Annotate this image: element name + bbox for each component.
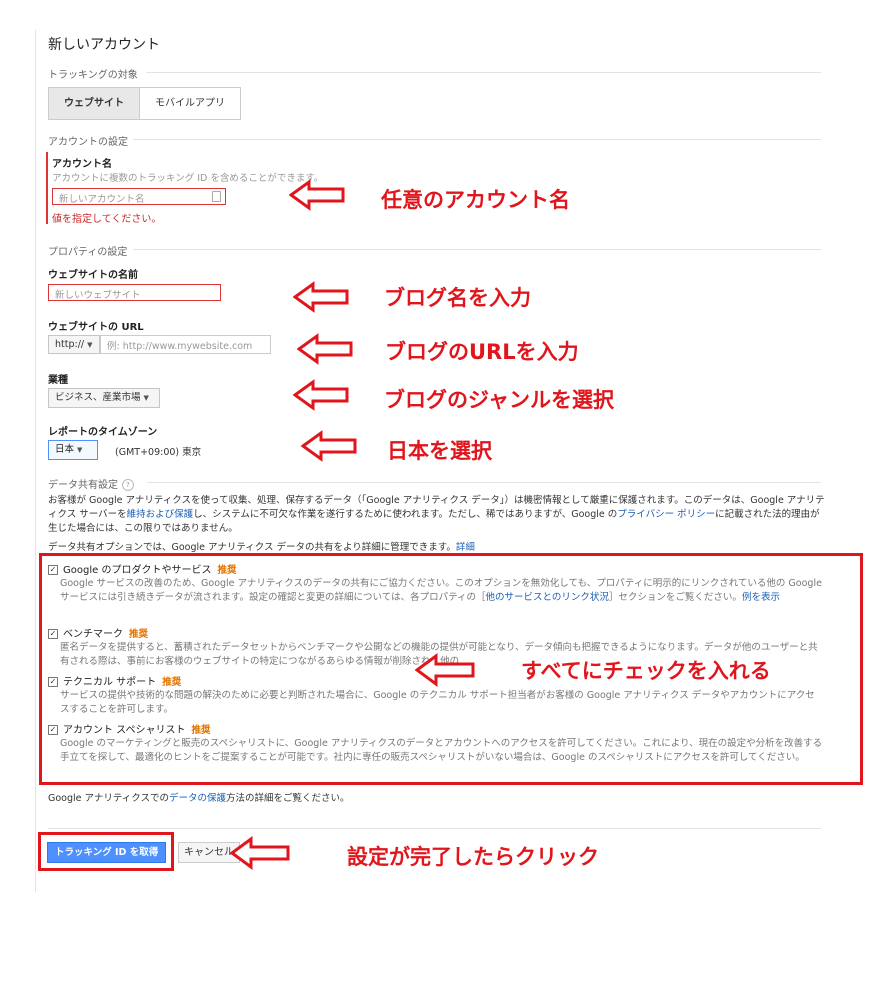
left-border xyxy=(35,30,36,892)
maintain-protect-link[interactable]: 維持および保護 xyxy=(127,509,194,520)
protocol-value: http:// xyxy=(55,339,85,350)
get-tracking-id-button[interactable]: トラッキング ID を取得 xyxy=(47,842,167,863)
divider xyxy=(48,828,821,829)
left-arrow-icon xyxy=(289,179,345,211)
account-name-input[interactable]: 新しいアカウント名 xyxy=(52,188,226,205)
tab-mobile-app[interactable]: モバイルアプリ xyxy=(140,88,240,119)
divider xyxy=(133,249,821,250)
checkbox-account-specialist[interactable]: ✓ xyxy=(48,725,58,735)
option-title: アカウント スペシャリスト xyxy=(63,725,186,736)
chevron-down-icon: ▼ xyxy=(87,341,93,349)
site-name-placeholder: 新しいウェブサイト xyxy=(55,290,141,301)
site-name-input[interactable]: 新しいウェブサイト xyxy=(48,284,221,301)
annotation-japan: 日本を選択 xyxy=(387,439,492,463)
tab-website[interactable]: ウェブサイト xyxy=(49,88,140,119)
annotation-blog-url: ブログのURLを入力 xyxy=(385,340,579,364)
left-arrow-icon xyxy=(293,281,349,313)
account-name-placeholder: 新しいアカウント名 xyxy=(59,194,145,205)
left-arrow-icon xyxy=(415,653,475,687)
property-settings-label: プロパティの設定 xyxy=(48,247,128,258)
option-description: Google のマーケティングと販売のスペシャリストに、Google アナリティ… xyxy=(60,738,823,763)
data-sharing-label: データ共有設定? xyxy=(48,476,134,491)
industry-value: ビジネス、産業市場 xyxy=(55,392,141,403)
industry-label: 業種 xyxy=(48,375,68,386)
divider xyxy=(147,482,821,483)
timezone-value: (GMT+09:00) 東京 xyxy=(115,447,202,458)
chevron-down-icon: ▼ xyxy=(143,394,149,402)
checkbox-google-products[interactable]: ✓ xyxy=(48,565,58,575)
help-icon[interactable]: ? xyxy=(122,479,134,491)
option-description: Google サービスの改善のため、Google アナリティクスのデータの共有に… xyxy=(60,578,822,603)
account-name-error: 値を指定してください。 xyxy=(52,214,162,225)
annotation-blog-genre: ブログのジャンルを選択 xyxy=(384,388,614,412)
checkbox-technical-support[interactable]: ✓ xyxy=(48,677,58,687)
error-indicator xyxy=(46,152,48,224)
option-account-specialist: ✓ アカウント スペシャリスト 推奨 Google のマーケティングと販売のスペシャ… xyxy=(48,721,823,765)
data-protection-note: Google アナリティクスでのデータの保護方法の詳細をご覧ください。 xyxy=(48,793,350,804)
checkbox-benchmark[interactable]: ✓ xyxy=(48,629,58,639)
details-link[interactable]: 詳細 xyxy=(456,542,475,553)
account-name-help: アカウントに複数のトラッキング ID を含めることができます。 xyxy=(52,173,324,184)
data-protection-link[interactable]: データの保護 xyxy=(169,793,226,804)
site-name-label: ウェブサイトの名前 xyxy=(48,270,138,281)
divider xyxy=(133,139,821,140)
recommended-badge: 推奨 xyxy=(217,565,237,576)
left-arrow-icon xyxy=(230,836,290,870)
annotation-blog-name: ブログ名を入力 xyxy=(384,286,531,310)
option-title: テクニカル サポート xyxy=(63,677,157,688)
autofill-icon xyxy=(212,191,221,202)
left-arrow-icon xyxy=(293,379,349,411)
option-title: ベンチマーク xyxy=(63,629,123,640)
timezone-country-select[interactable]: 日本 ▼ xyxy=(48,440,98,460)
divider xyxy=(146,72,821,73)
chevron-down-icon: ▼ xyxy=(77,446,83,454)
protocol-select[interactable]: http://▼ xyxy=(48,335,100,354)
account-settings-label: アカウントの設定 xyxy=(48,137,128,148)
linked-services-link[interactable]: 他のサービスとのリンク状況 xyxy=(486,592,609,603)
site-url-label: ウェブサイトの URL xyxy=(48,322,144,333)
industry-select[interactable]: ビジネス、産業市場 ▼ xyxy=(48,388,160,408)
option-google-products: ✓ Google のプロダクトやサービス 推奨 Google サービスの改善のため、… xyxy=(48,561,823,605)
site-url-placeholder: 例: http://www.mywebsite.com xyxy=(107,341,253,352)
left-arrow-icon xyxy=(297,333,353,365)
account-name-label: アカウント名 xyxy=(52,159,112,170)
left-arrow-icon xyxy=(301,430,357,462)
page-title: 新しいアカウント xyxy=(48,37,160,53)
site-url-input[interactable]: 例: http://www.mywebsite.com xyxy=(100,335,271,354)
recommended-badge: 推奨 xyxy=(191,725,211,736)
tracking-target-label: トラッキングの対象 xyxy=(48,70,138,81)
timezone-country-value: 日本 xyxy=(55,444,75,455)
show-example-link[interactable]: 例を表示 xyxy=(742,592,780,603)
recommended-badge: 推奨 xyxy=(162,677,182,688)
option-description: サービスの提供や技術的な問題の解決のために必要と判断された場合に、Google … xyxy=(60,690,815,715)
recommended-badge: 推奨 xyxy=(129,629,149,640)
option-title: Google のプロダクトやサービス xyxy=(63,565,212,576)
timezone-label: レポートのタイムゾーン xyxy=(48,427,158,438)
data-sharing-description: お客様が Google アナリティクスを使って収集、処理、保存するデータ（「Go… xyxy=(48,495,825,534)
privacy-policy-link[interactable]: プライバシー ポリシー xyxy=(617,509,715,520)
annotation-click-done: 設定が完了したらクリック xyxy=(347,845,599,869)
tracking-target-tabs: ウェブサイト モバイルアプリ xyxy=(48,87,241,120)
annotation-account-name: 任意のアカウント名 xyxy=(381,188,570,212)
annotation-check-all: すべてにチェックを入れる xyxy=(521,659,771,683)
